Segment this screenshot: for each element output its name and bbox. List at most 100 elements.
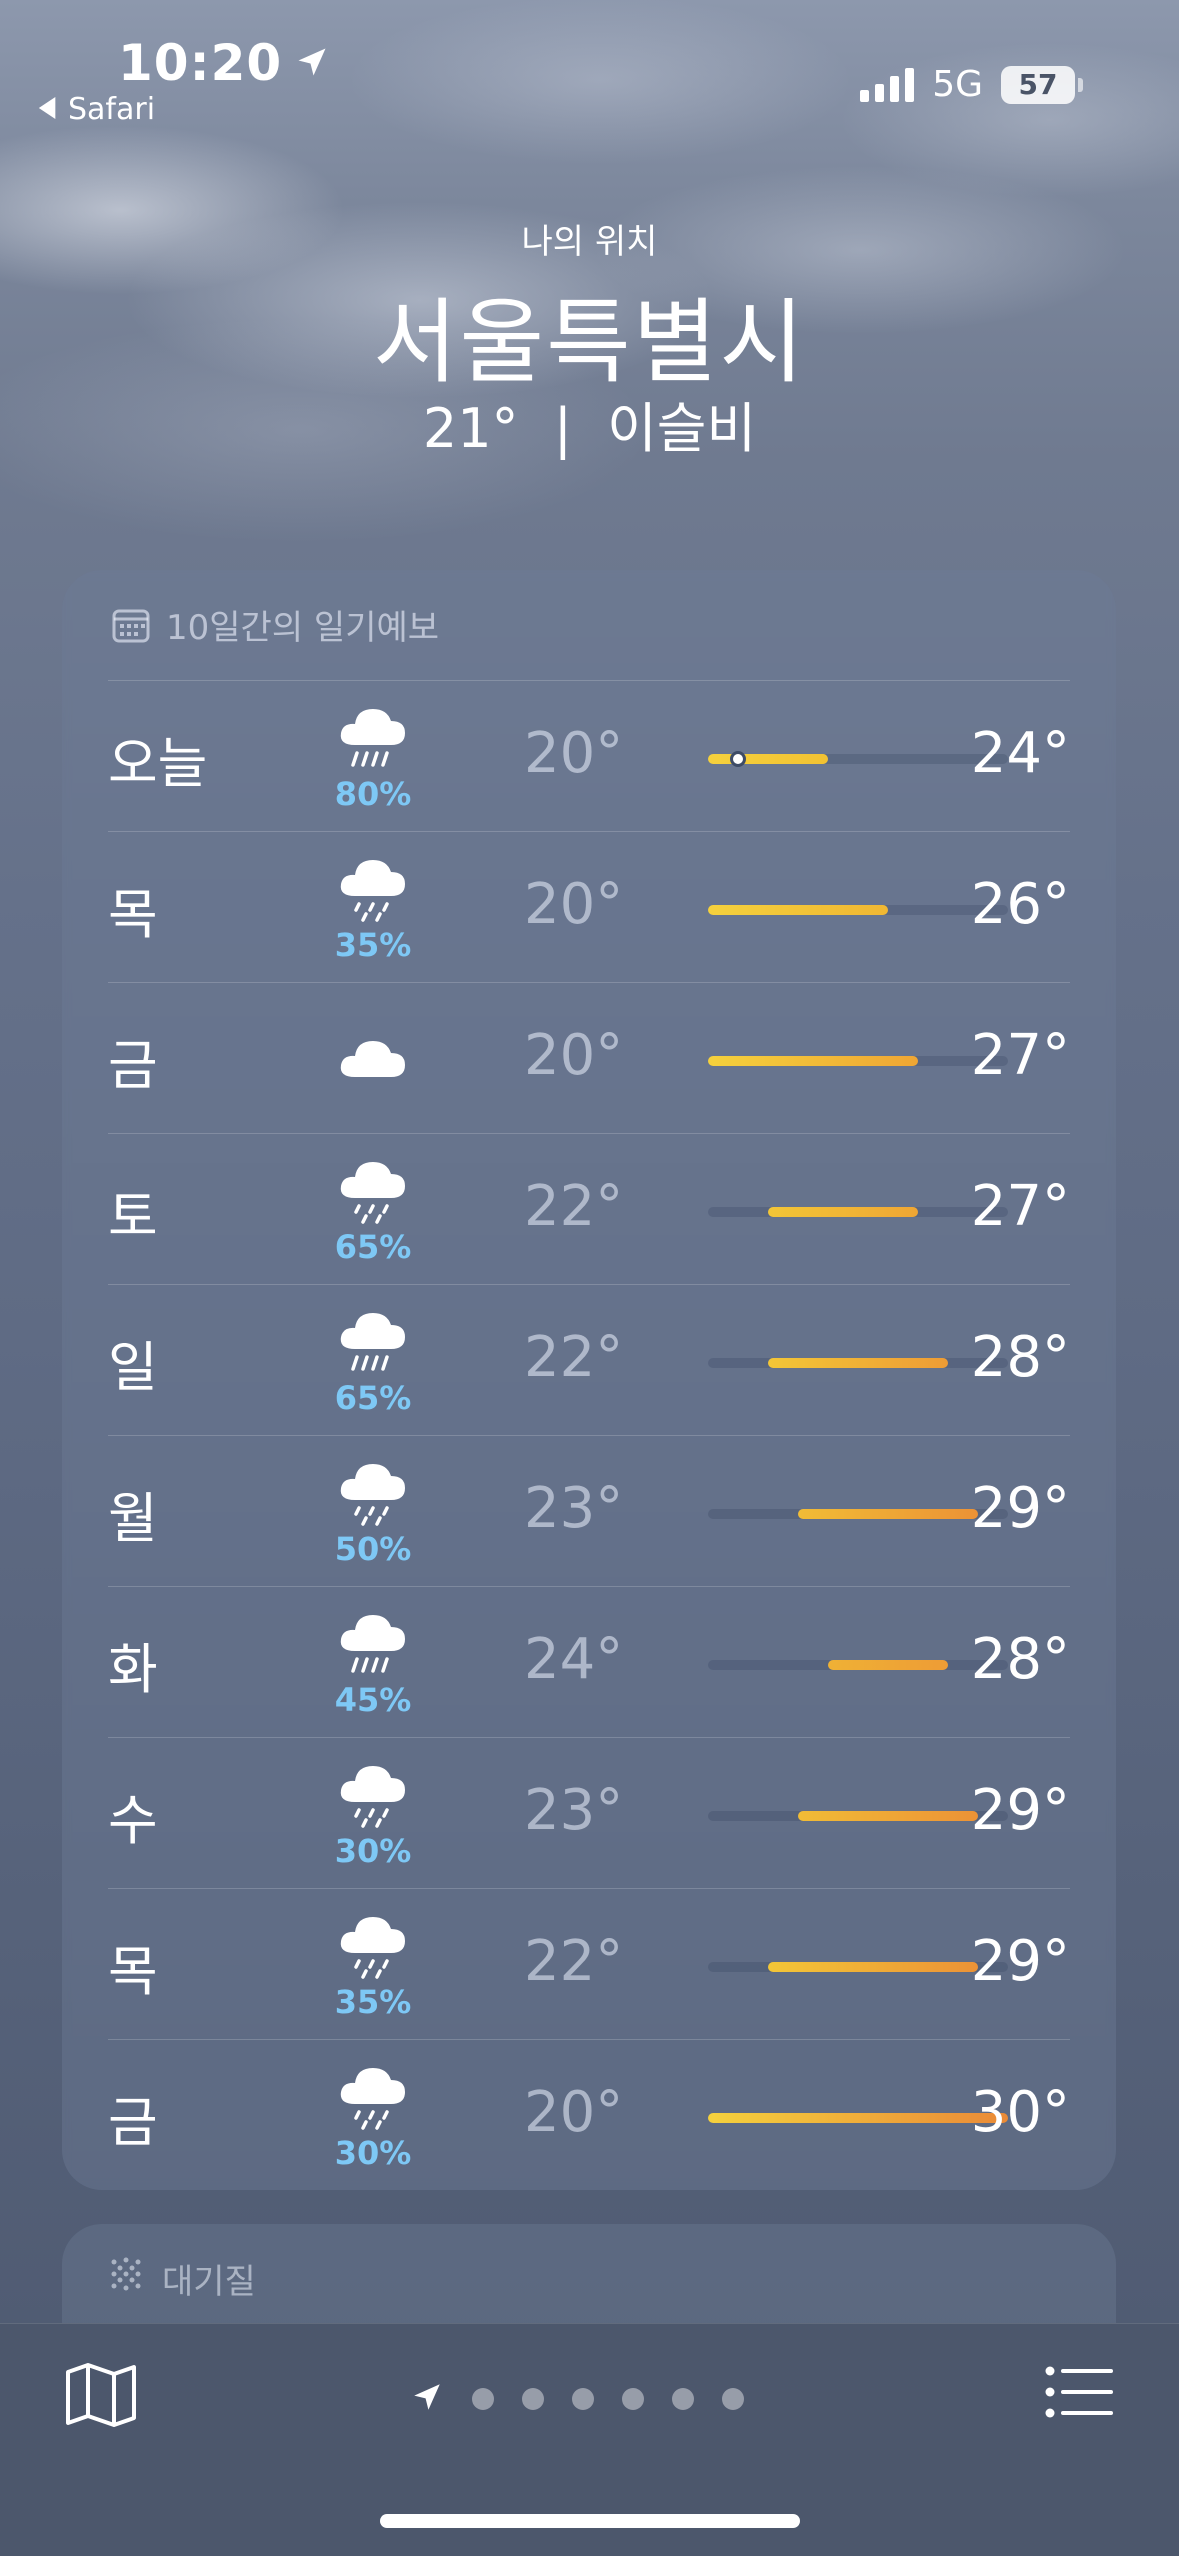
page-dot[interactable] (472, 2388, 494, 2410)
ten-day-forecast-card[interactable]: 10일간의 일기예보 오늘 80% 20° 24° 목 35% 20° 26° 금 20° 27° 토… (62, 570, 1116, 2190)
calendar-icon (112, 607, 150, 643)
current-location-arrow-icon (410, 2380, 444, 2418)
low-temp: 20° (524, 872, 624, 937)
low-temp: 23° (524, 1476, 624, 1541)
high-temp: 29° (970, 1476, 1070, 1541)
temp-range-fill (708, 905, 888, 915)
low-temp: 22° (524, 1325, 624, 1390)
list-icon (1045, 2366, 1113, 2418)
cloud-rain-icon (333, 1756, 413, 1834)
back-label: Safari (68, 92, 156, 127)
battery-level: 57 (1018, 68, 1058, 101)
weather-icon-group: 35% (318, 850, 428, 970)
city-list-button[interactable] (1045, 2366, 1113, 2422)
high-temp: 27° (970, 1174, 1070, 1239)
page-dot[interactable] (522, 2388, 544, 2410)
low-temp: 20° (524, 1023, 624, 1088)
cloud-rain-icon (333, 1152, 413, 1230)
cloud-rain-icon (333, 2058, 413, 2136)
low-temp: 22° (524, 1929, 624, 1994)
low-temp: 22° (524, 1174, 624, 1239)
temp-range-fill (828, 1660, 948, 1670)
cloud-rain-icon (333, 850, 413, 928)
precipitation-chance: 80% (334, 775, 412, 813)
page-dot[interactable] (672, 2388, 694, 2410)
battery-icon: 57 (1001, 65, 1083, 104)
forecast-day: 금 (108, 1034, 158, 1097)
forecast-rows: 오늘 80% 20° 24° 목 35% 20° 26° 금 20° 27° 토 65% 22° 27° 일 6… (108, 680, 1070, 2190)
forecast-row[interactable]: 금 20° 27° (108, 982, 1070, 1133)
weather-icon-group: 30% (318, 2058, 428, 2178)
forecast-row[interactable]: 월 50% 23° 29° (108, 1435, 1070, 1586)
temp-range-fill (708, 754, 828, 764)
temp-range-bar (708, 1207, 1008, 1217)
low-temp: 20° (524, 2080, 624, 2145)
low-temp: 24° (524, 1627, 624, 1692)
weather-icon-group: 80% (318, 699, 428, 819)
forecast-day: 월 (108, 1487, 158, 1550)
time-text: 10:20 (118, 34, 283, 92)
forecast-row[interactable]: 수 30% 23° 29° (108, 1737, 1070, 1888)
forecast-row[interactable]: 화 45% 24° 28° (108, 1586, 1070, 1737)
forecast-card-header: 10일간의 일기예보 (112, 600, 439, 649)
temp-range-bar (708, 1056, 1008, 1066)
air-quality-title: 대기질 (162, 2262, 256, 2302)
page-dot[interactable] (722, 2388, 744, 2410)
temp-range-fill (708, 1056, 918, 1066)
forecast-title: 10일간의 일기예보 (166, 608, 440, 648)
cloud-rain-heavy-icon (333, 699, 413, 777)
air-quality-icon (106, 2254, 146, 2303)
forecast-row[interactable]: 토 65% 22° 27° (108, 1133, 1070, 1284)
weather-icon-group: 65% (318, 1152, 428, 1272)
city-name: 서울특별시 (372, 289, 807, 396)
high-temp: 29° (970, 1929, 1070, 1994)
weather-icon-group: 45% (318, 1605, 428, 1725)
forecast-row[interactable]: 금 30% 20° 30° (108, 2039, 1070, 2190)
air-quality-header: 대기질 (106, 2254, 256, 2303)
current-conditions: 21° | 이슬비 (0, 384, 1179, 463)
page-indicator[interactable] (410, 2380, 744, 2418)
weather-icon-group: 50% (318, 1454, 428, 1574)
high-temp: 28° (970, 1325, 1070, 1390)
precipitation-chance: 45% (334, 1681, 412, 1719)
temp-range-bar (708, 2113, 1008, 2123)
high-temp: 26° (970, 872, 1070, 937)
current-temp-dot (730, 751, 746, 767)
map-icon (66, 2363, 136, 2427)
page-dot[interactable] (572, 2388, 594, 2410)
cloud-rain-heavy-icon (333, 1605, 413, 1683)
forecast-day: 수 (108, 1789, 158, 1852)
temp-range-fill (708, 2113, 1008, 2123)
location-arrow-icon (294, 34, 330, 92)
status-time: 10:20 (118, 34, 330, 92)
map-button[interactable] (64, 2362, 138, 2432)
forecast-row[interactable]: 오늘 80% 20° 24° (108, 680, 1070, 831)
forecast-day: 목 (108, 883, 158, 946)
page-dot[interactable] (622, 2388, 644, 2410)
temp-range-bar (708, 1962, 1008, 1972)
temp-range-bar (708, 751, 1008, 767)
precipitation-chance: 30% (334, 2134, 412, 2172)
weather-icon-group: 65% (318, 1303, 428, 1423)
forecast-day: 화 (108, 1638, 158, 1701)
home-indicator[interactable] (380, 2514, 800, 2528)
high-temp: 28° (970, 1627, 1070, 1692)
location-label: 나의 위치 (521, 222, 658, 262)
weather-icon-group: 30% (318, 1756, 428, 1876)
low-temp: 23° (524, 1778, 624, 1843)
precipitation-chance: 35% (334, 926, 412, 964)
temp-range-bar (708, 905, 1008, 915)
forecast-row[interactable]: 목 35% 20° 26° (108, 831, 1070, 982)
temp-range-bar (708, 1358, 1008, 1368)
forecast-row[interactable]: 일 65% 22° 28° (108, 1284, 1070, 1435)
temp-range-fill (798, 1811, 978, 1821)
current-condition: 이슬비 (607, 397, 757, 460)
current-temp: 21° (422, 397, 519, 460)
forecast-day: 금 (108, 2091, 158, 2154)
low-temp: 20° (524, 721, 624, 786)
forecast-row[interactable]: 목 35% 22° 29° (108, 1888, 1070, 2039)
back-to-safari-button[interactable]: Safari (38, 92, 155, 127)
forecast-day: 오늘 (108, 732, 208, 795)
separator: | (553, 397, 572, 460)
precipitation-chance: 50% (334, 1530, 412, 1568)
